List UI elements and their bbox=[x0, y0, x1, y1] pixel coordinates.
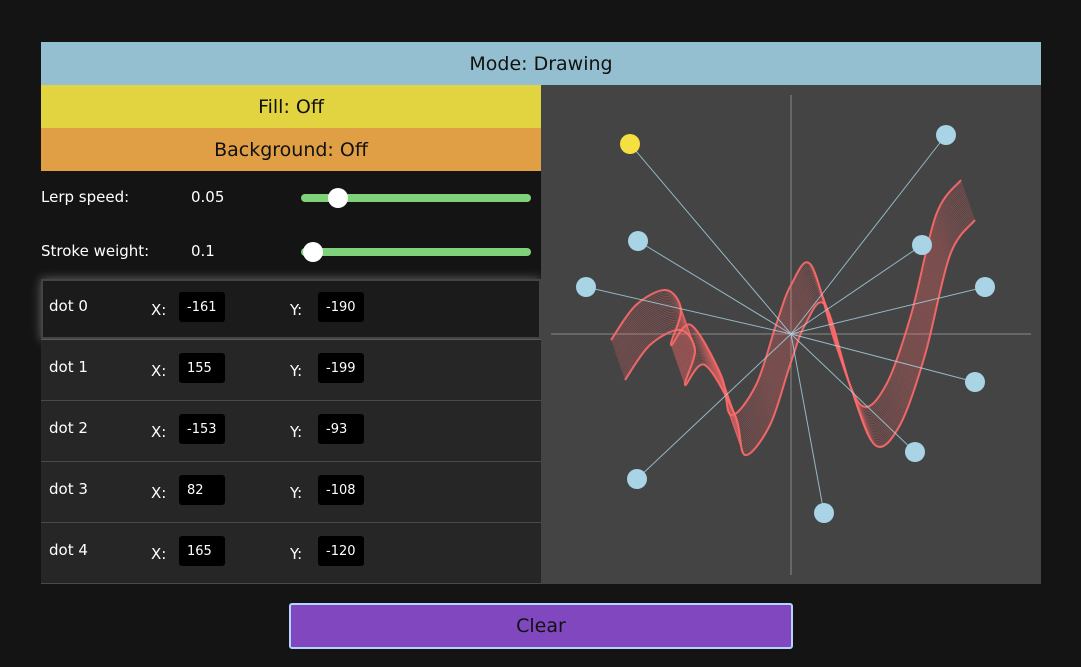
control-dot[interactable] bbox=[576, 277, 596, 297]
dot-name: dot 2 bbox=[49, 419, 88, 437]
x-label: X: bbox=[151, 484, 167, 502]
stroke-weight-value: 0.1 bbox=[191, 242, 215, 260]
clear-label: Clear bbox=[516, 615, 566, 637]
x-label: X: bbox=[151, 362, 167, 380]
mode-bar[interactable]: Mode: Drawing bbox=[41, 42, 1041, 85]
lerp-speed-label: Lerp speed: bbox=[41, 188, 130, 206]
dot-3-x-input[interactable] bbox=[179, 475, 225, 505]
x-label: X: bbox=[151, 301, 167, 319]
dot-2-y-input[interactable] bbox=[318, 414, 364, 444]
spoke-line bbox=[637, 240, 792, 335]
lerp-speed-slider-handle[interactable] bbox=[327, 188, 348, 208]
dot-row-2[interactable]: dot 2 X: Y: bbox=[41, 401, 541, 462]
dot-0-x-input[interactable] bbox=[179, 292, 225, 322]
dot-name: dot 4 bbox=[49, 541, 88, 559]
fill-label: Fill: Off bbox=[258, 95, 324, 118]
dot-row-4[interactable]: dot 4 X: Y: bbox=[41, 523, 541, 584]
spoke-line bbox=[585, 286, 792, 335]
control-dot[interactable] bbox=[814, 503, 834, 523]
dot-row-0[interactable]: dot 0 X: Y: bbox=[41, 279, 541, 340]
active-control-dot[interactable] bbox=[620, 134, 640, 154]
control-dot[interactable] bbox=[912, 235, 932, 255]
control-dot[interactable] bbox=[628, 231, 648, 251]
fill-toggle-button[interactable]: Fill: Off bbox=[41, 85, 541, 128]
drawing-canvas[interactable] bbox=[541, 85, 1041, 584]
stroke-weight-slider[interactable] bbox=[301, 242, 531, 262]
ribbon-curve bbox=[610, 179, 976, 457]
stroke-weight-label: Stroke weight: bbox=[41, 242, 150, 260]
dot-4-x-input[interactable] bbox=[179, 536, 225, 566]
control-dot[interactable] bbox=[905, 442, 925, 462]
dot-row-3[interactable]: dot 3 X: Y: bbox=[41, 462, 541, 523]
background-label: Background: Off bbox=[214, 138, 368, 161]
dot-1-y-input[interactable] bbox=[318, 353, 364, 383]
dot-row-1[interactable]: dot 1 X: Y: bbox=[41, 340, 541, 401]
spoke-line bbox=[629, 143, 792, 335]
y-label: Y: bbox=[290, 423, 303, 441]
stroke-weight-slider-handle[interactable] bbox=[302, 242, 323, 262]
dot-2-x-input[interactable] bbox=[179, 414, 225, 444]
lerp-speed-value: 0.05 bbox=[191, 188, 225, 206]
dot-name: dot 1 bbox=[49, 358, 88, 376]
y-label: Y: bbox=[290, 545, 303, 563]
drawing-canvas-svg[interactable] bbox=[541, 85, 1041, 584]
y-label: Y: bbox=[290, 301, 303, 319]
stroke-weight-row: Stroke weight: 0.1 bbox=[41, 225, 541, 275]
clear-button[interactable]: Clear bbox=[289, 603, 793, 649]
dot-name: dot 3 bbox=[49, 480, 88, 498]
lerp-speed-slider[interactable] bbox=[301, 188, 531, 208]
control-dot[interactable] bbox=[936, 125, 956, 145]
control-dot[interactable] bbox=[975, 277, 995, 297]
background-toggle-button[interactable]: Background: Off bbox=[41, 128, 541, 171]
x-label: X: bbox=[151, 545, 167, 563]
dot-1-x-input[interactable] bbox=[179, 353, 225, 383]
app-container: Mode: Drawing Fill: Off Background: Off … bbox=[41, 42, 1041, 584]
x-label: X: bbox=[151, 423, 167, 441]
control-dot[interactable] bbox=[965, 372, 985, 392]
dot-0-y-input[interactable] bbox=[318, 292, 364, 322]
lerp-speed-row: Lerp speed: 0.05 bbox=[41, 171, 541, 221]
control-dot[interactable] bbox=[627, 469, 647, 489]
dot-4-y-input[interactable] bbox=[318, 536, 364, 566]
dot-name: dot 0 bbox=[49, 297, 88, 315]
mode-label: Mode: Drawing bbox=[469, 52, 613, 75]
dot-3-y-input[interactable] bbox=[318, 475, 364, 505]
spoke-line bbox=[790, 333, 976, 383]
y-label: Y: bbox=[290, 362, 303, 380]
y-label: Y: bbox=[290, 484, 303, 502]
